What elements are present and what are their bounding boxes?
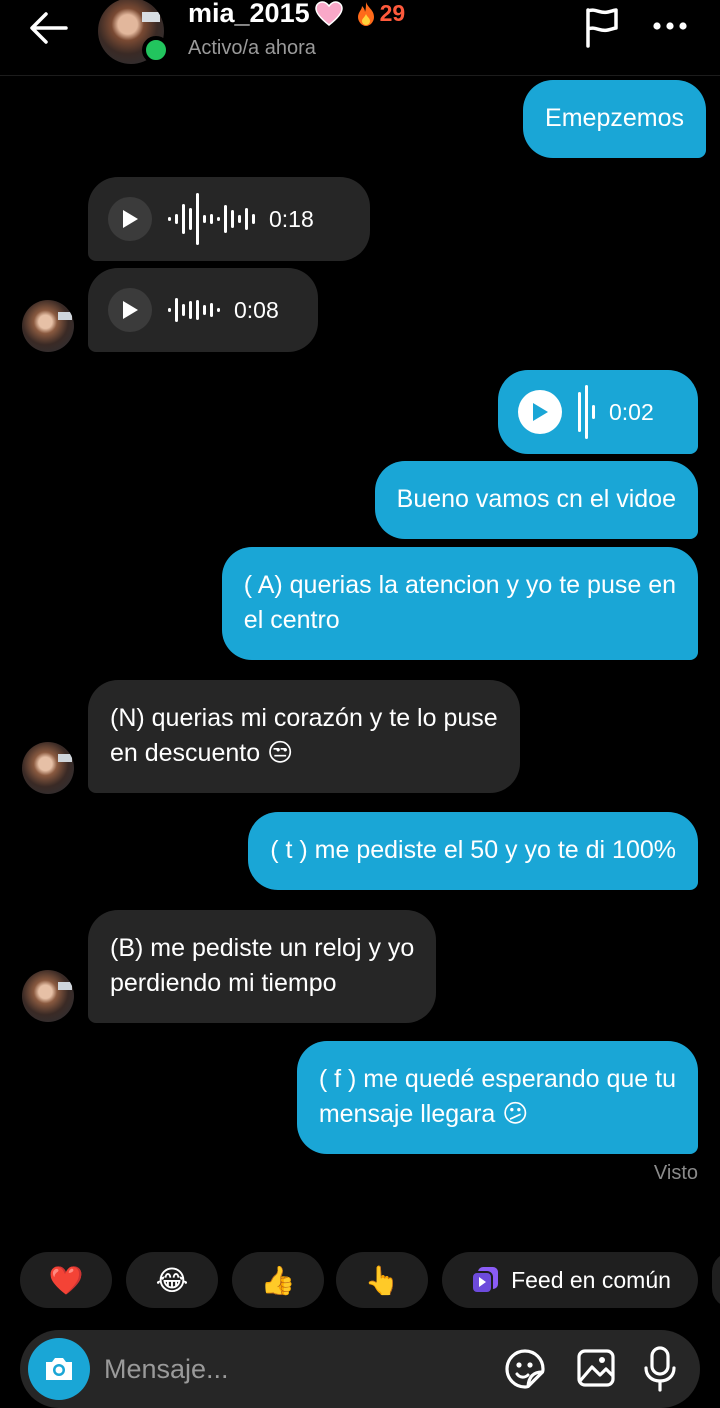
play-button[interactable] [518, 390, 562, 434]
feed-label: Feed en común [511, 1266, 671, 1293]
play-icon [533, 403, 548, 421]
message-text: Emepzemos [545, 104, 684, 132]
message-bubble-sent[interactable]: Bueno vamos cn el vidoe [374, 461, 698, 539]
point-up-emoji-icon: 👆 [364, 1264, 400, 1296]
heart-emoji-icon: ❤️ [48, 1264, 84, 1296]
message-bubble-received[interactable]: (B) me pediste un reloj y yo perdiendo m… [88, 910, 437, 1023]
audio-waveform [168, 298, 220, 322]
streak-count: 29 [379, 0, 406, 26]
contact-avatar-small[interactable] [22, 970, 74, 1022]
voice-message-received[interactable]: 0:18 [88, 177, 370, 261]
quick-reactions-bar: ❤️ 😂 👍 👆 Feed en común [0, 1252, 720, 1308]
mic-icon[interactable] [642, 1346, 678, 1392]
play-button[interactable] [108, 288, 152, 332]
contact-avatar-small[interactable] [22, 742, 74, 794]
gallery-icon[interactable] [576, 1348, 616, 1388]
message-text: ( A) querias la atencion y yo te puse en… [243, 571, 676, 634]
flag-icon[interactable] [582, 6, 622, 48]
fire-icon [357, 1, 374, 26]
more-options-icon[interactable] [650, 16, 690, 36]
message-input[interactable] [104, 1348, 484, 1390]
message-bubble-sent[interactable]: ( A) querias la atencion y yo te puse en… [221, 547, 698, 660]
active-status: Activo/a ahora [188, 37, 316, 59]
laughing-emoji-icon: 😂 [155, 1264, 189, 1296]
thumbs-up-emoji-icon: 👍 [260, 1264, 296, 1296]
play-icon [123, 301, 138, 319]
reaction-point-up-button[interactable]: 👆 [336, 1252, 428, 1308]
voice-message-sent[interactable]: 0:02 [498, 370, 698, 454]
contact-avatar-small[interactable] [22, 300, 74, 352]
message-bubble-sent[interactable]: Emepzemos [523, 80, 706, 158]
sticker-icon[interactable] [504, 1348, 546, 1390]
voice-duration: 0:02 [609, 398, 654, 425]
audio-waveform [578, 385, 595, 439]
message-composer [20, 1330, 700, 1408]
message-bubble-sent[interactable]: ( t ) me pediste el 50 y yo te di 100% [248, 812, 698, 890]
reaction-laugh-button[interactable]: 😂 [126, 1252, 218, 1308]
camera-icon [46, 1358, 72, 1380]
online-status-dot [142, 36, 170, 64]
heart-icon [314, 0, 343, 26]
play-button[interactable] [108, 197, 152, 241]
message-bubble-sent[interactable]: ( f ) me quedé esperando que tu mensaje … [296, 1041, 698, 1154]
seen-indicator: Visto [653, 1162, 698, 1184]
voice-message-received[interactable]: 0:08 [88, 268, 318, 352]
voice-duration: 0:08 [234, 296, 279, 323]
message-text: (N) querias mi corazón y te lo puse en d… [110, 704, 498, 767]
message-text: ( f ) me quedé esperando que tu mensaje … [318, 1065, 676, 1128]
reaction-thumbs-up-button[interactable]: 👍 [232, 1252, 324, 1308]
contact-username[interactable]: mia_2015 [188, 0, 310, 29]
message-text: Bueno vamos cn el vidoe [396, 485, 676, 513]
message-bubble-received[interactable]: (N) querias mi corazón y te lo puse en d… [88, 680, 520, 793]
reaction-heart-button[interactable]: ❤️ [20, 1252, 112, 1308]
message-text: ( t ) me pediste el 50 y yo te di 100% [270, 836, 676, 864]
feed-en-comun-button[interactable]: Feed en común [442, 1252, 698, 1308]
back-arrow-icon[interactable] [26, 8, 72, 48]
play-icon [123, 210, 138, 228]
reaction-more-button[interactable] [712, 1252, 720, 1308]
camera-button[interactable] [28, 1338, 90, 1400]
feed-icon [471, 1267, 499, 1294]
chat-header: mia_2015 29 Activo/a ahora [0, 0, 720, 76]
message-text: (B) me pediste un reloj y yo perdiendo m… [110, 934, 415, 997]
voice-duration: 0:18 [269, 205, 314, 232]
contact-name-row[interactable]: mia_2015 29 [188, 0, 405, 29]
audio-waveform [168, 193, 255, 245]
